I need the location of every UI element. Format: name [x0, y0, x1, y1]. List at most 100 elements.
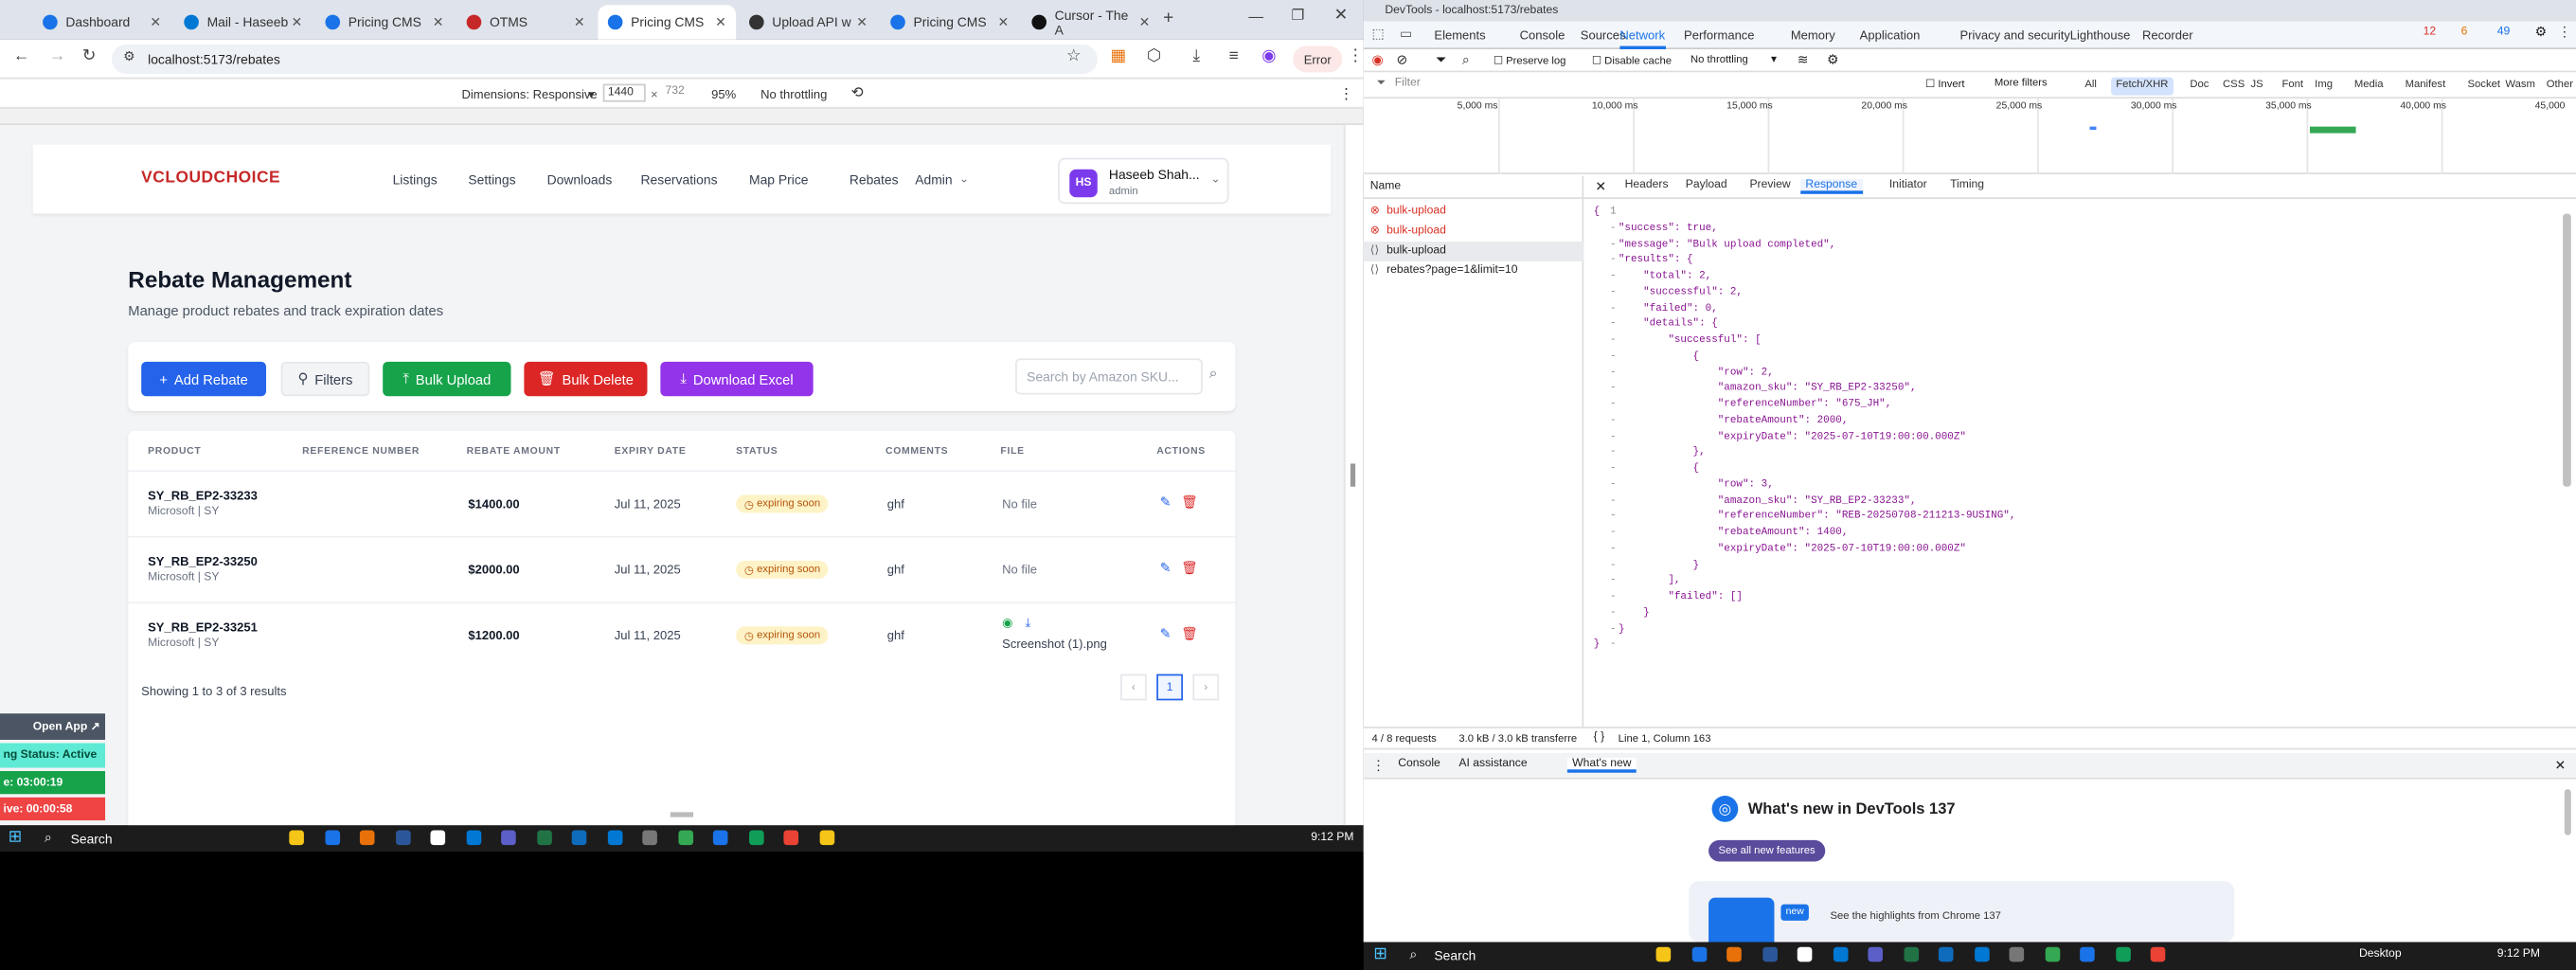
taskbar-app-icon[interactable] [1938, 946, 1954, 962]
filter-funnel-icon[interactable]: ⏷ [1436, 53, 1446, 69]
profile-icon[interactable]: ◉ [1261, 47, 1276, 65]
browser-tab[interactable]: Mail - Haseeb ✕ [174, 5, 313, 39]
tab-close-icon[interactable]: ✕ [150, 15, 161, 30]
width-input[interactable]: 1440 [602, 83, 646, 102]
tab-close-icon[interactable]: ✕ [292, 15, 303, 30]
browser-tab[interactable]: Upload API w ✕ [740, 5, 878, 39]
browser-tab[interactable]: Dashboard ✕ [33, 5, 171, 39]
taskbar-app-icon[interactable] [465, 830, 481, 846]
browser-tab[interactable]: Pricing CMS ✕ [598, 5, 737, 40]
drawer-menu-icon[interactable]: ⋮ [1371, 758, 1385, 773]
add-rebate-button[interactable]: + Add Rebate [141, 361, 267, 397]
delete-icon[interactable]: 🗑 [1181, 626, 1198, 641]
dimensions-select[interactable]: Dimensions: Responsive [461, 87, 597, 102]
throttle-select[interactable]: No throttling [760, 87, 827, 102]
taskbar-app-icon[interactable] [501, 830, 516, 846]
taskbar-app-icon[interactable] [712, 830, 728, 846]
taskbar-search[interactable]: Search [1434, 948, 1476, 963]
desktop-label[interactable]: Desktop [2359, 948, 2402, 960]
devtools-tab-application[interactable]: Application [1860, 28, 1921, 44]
windows-start-icon[interactable]: ⊞ [1373, 945, 1387, 963]
zoom-select[interactable]: 95% [711, 87, 736, 102]
open-app-button[interactable]: Open App ↗ [0, 713, 106, 741]
taskbar-app-icon[interactable] [359, 830, 375, 846]
edit-icon[interactable]: ✎ [1160, 561, 1172, 576]
filter-media[interactable]: Media [2350, 78, 2388, 96]
tab-close-icon[interactable]: ✕ [433, 15, 444, 30]
extension-icon[interactable]: ▦ [1111, 47, 1126, 65]
devtools-tab-sources[interactable]: Sources [1581, 28, 1626, 44]
request-row[interactable]: ⟨⟩ rebates?page=1&limit=10 [1364, 261, 1583, 281]
warning-count[interactable]: 6 [2461, 27, 2468, 38]
filter-fetch-xhr[interactable]: Fetch/XHR [2111, 77, 2174, 96]
devtools-tab-performance[interactable]: Performance [1684, 28, 1754, 44]
taskbar-app-icon[interactable] [1690, 946, 1707, 962]
more-filters-button[interactable]: More filters [1995, 78, 2048, 89]
taskbar-app-icon[interactable] [606, 830, 622, 846]
delete-icon[interactable]: 🗑 [1181, 494, 1198, 510]
devtools-tab-network[interactable]: Network [1619, 28, 1666, 50]
browser-tab[interactable]: Pricing CMS ✕ [315, 5, 454, 39]
reload-icon[interactable]: ↻ [82, 47, 97, 65]
download-file-icon[interactable]: ⤓ [1025, 615, 1030, 631]
prev-page-button[interactable]: ‹ [1120, 674, 1147, 701]
drawer-tab-console[interactable]: Console [1398, 758, 1440, 769]
bookmark-star-icon[interactable]: ☆ [1066, 47, 1082, 65]
taskbar-app-icon[interactable] [2044, 946, 2060, 962]
table-row[interactable]: SY_RB_EP2-33233 Microsoft | SY $1400.00 Jul… [128, 470, 1236, 535]
filter-font[interactable]: Font [2277, 78, 2308, 96]
taskbar-app-icon[interactable] [571, 830, 587, 846]
pretty-print-icon[interactable]: { } [1594, 731, 1604, 743]
menu-kebab-icon[interactable]: ⋮ [1347, 47, 1363, 65]
detail-tab-preview[interactable]: Preview [1749, 179, 1790, 190]
taskbar-app-icon[interactable] [1797, 946, 1813, 962]
column-header-expiry-date[interactable]: EXPIRY DATE [615, 447, 687, 457]
nav-link-listings[interactable]: Listings [393, 172, 438, 188]
nav-link-rebates[interactable]: Rebates [850, 172, 899, 188]
filters-button[interactable]: ⚲ Filters [280, 361, 370, 397]
filter-manifest[interactable]: Manifest [2400, 78, 2450, 96]
record-icon[interactable]: ◉ [1371, 53, 1383, 68]
forward-icon[interactable]: → [49, 47, 65, 65]
taskbar-app-icon[interactable] [1868, 946, 1883, 962]
file-name[interactable]: Screenshot (1).png [1002, 637, 1107, 652]
detail-tab-timing[interactable]: Timing [1950, 179, 1984, 190]
tab-close-icon[interactable]: ✕ [997, 15, 1009, 30]
devtools-tab-lighthouse[interactable]: Lighthouse [2070, 28, 2131, 44]
devtools-tab-console[interactable]: Console [1520, 28, 1565, 44]
taskbar-app-icon[interactable] [2009, 946, 2025, 962]
resize-handle[interactable] [670, 812, 694, 817]
rotate-icon[interactable]: ⟲ [851, 84, 864, 102]
table-row[interactable]: SY_RB_EP2-33250 Microsoft | SY $2000.00 Jul… [128, 535, 1236, 602]
filter-doc[interactable]: Doc [2185, 78, 2213, 96]
close-drawer-icon[interactable]: ✕ [2554, 758, 2566, 773]
taskbar-app-icon[interactable] [1833, 946, 1848, 962]
height-input[interactable]: 732 [662, 84, 705, 102]
taskbar-app-icon[interactable] [2115, 946, 2131, 962]
filter-socket[interactable]: Socket [2462, 78, 2505, 96]
detail-tab-response[interactable]: Response [1800, 179, 1863, 194]
bulk-upload-button[interactable]: ⤒ Bulk Upload [383, 361, 511, 397]
error-chip[interactable]: Error [1293, 45, 1343, 73]
taskbar-app-icon[interactable] [430, 830, 446, 846]
back-icon[interactable]: ← [13, 47, 29, 65]
taskbar-app-icon[interactable] [783, 830, 799, 846]
windows-start-icon[interactable]: ⊞ [9, 829, 23, 847]
site-info-icon[interactable]: ⚙ [123, 49, 134, 64]
detail-tab-headers[interactable]: Headers [1625, 179, 1669, 190]
column-header-reference-number[interactable]: REFERENCE NUMBER [302, 447, 420, 457]
settings-gear-icon[interactable]: ⚙ [2535, 25, 2547, 40]
taskbar-search[interactable]: Search [71, 832, 113, 847]
taskbar-app-icon[interactable] [2150, 946, 2166, 962]
scrollbar-thumb[interactable] [1350, 463, 1356, 487]
device-menu-icon[interactable]: ⋮ [1339, 85, 1354, 103]
taskbar-app-icon[interactable] [2080, 946, 2095, 962]
name-column-header[interactable]: Name [1363, 176, 1584, 200]
tab-close-icon[interactable]: ✕ [1139, 15, 1151, 30]
minimize-icon[interactable]: — [1248, 9, 1263, 25]
column-header-file[interactable]: FILE [1000, 447, 1024, 457]
devtools-tab-privacy-and-security[interactable]: Privacy and security [1959, 28, 2069, 44]
column-header-rebate-amount[interactable]: REBATE AMOUNT [467, 447, 561, 457]
device-toggle-icon[interactable]: ▭ [1400, 27, 1412, 42]
nav-link-map-price[interactable]: Map Price [749, 172, 808, 188]
